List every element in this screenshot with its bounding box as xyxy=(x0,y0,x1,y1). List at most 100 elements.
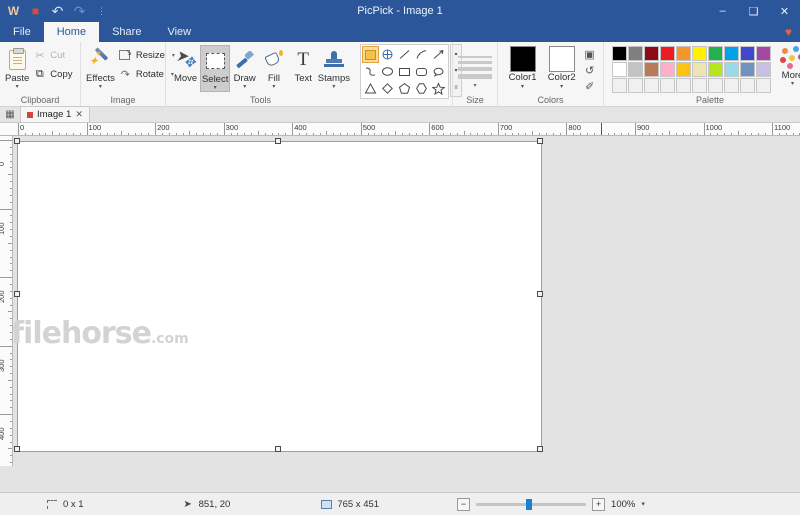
zoom-out-button[interactable]: − xyxy=(457,498,470,511)
line-size-picker[interactable] xyxy=(458,51,492,79)
ellipse-shape[interactable] xyxy=(379,63,396,80)
color1-caret-icon[interactable]: ▾ xyxy=(521,84,524,90)
vertical-ruler[interactable]: 0100200300400500 xyxy=(0,136,13,466)
size-caret-icon[interactable]: ▾ xyxy=(473,79,476,89)
save-icon[interactable]: ■ xyxy=(28,4,43,19)
minimize-button[interactable]: – xyxy=(707,0,738,22)
zoom-slider-thumb[interactable] xyxy=(526,499,532,510)
palette-swatch-2-5[interactable] xyxy=(692,78,707,93)
canvas-handle-bottom-center[interactable] xyxy=(275,446,281,452)
palette-swatch-1-0[interactable] xyxy=(612,62,627,77)
canvas-handle-bottom-right[interactable] xyxy=(537,446,543,452)
palette-swatch-1-3[interactable] xyxy=(660,62,675,77)
color2-swatch[interactable] xyxy=(549,46,575,72)
palette-swatch-0-7[interactable] xyxy=(724,46,739,61)
zoom-control[interactable]: − + 100% ▾ xyxy=(457,498,645,511)
palette-swatch-1-4[interactable] xyxy=(676,62,691,77)
tab-home[interactable]: Home xyxy=(44,22,99,42)
palette-swatch-1-5[interactable] xyxy=(692,62,707,77)
canvas-handle-top-center[interactable] xyxy=(275,138,281,144)
color1-button[interactable]: Color1 ▾ xyxy=(503,46,542,90)
canvas-handle-bottom-left[interactable] xyxy=(14,446,20,452)
color2-button[interactable]: Color2 ▾ xyxy=(542,46,581,90)
eyedropper-icon[interactable]: ✐ xyxy=(583,79,597,93)
polyline-shape[interactable] xyxy=(362,63,379,80)
palette-swatch-2-7[interactable] xyxy=(724,78,739,93)
more-colors-button[interactable]: More ▾ xyxy=(771,46,800,87)
diamond-shape[interactable] xyxy=(379,80,396,97)
customize-qat-icon[interactable]: ⋮ xyxy=(94,4,109,19)
thumbnail-grid-icon[interactable]: ▦ xyxy=(0,106,20,122)
zoom-in-button[interactable]: + xyxy=(592,498,605,511)
palette-swatch-1-2[interactable] xyxy=(644,62,659,77)
zoom-caret-icon[interactable]: ▾ xyxy=(641,500,645,508)
canvas-handle-top-left[interactable] xyxy=(14,138,20,144)
tab-share[interactable]: Share xyxy=(99,22,154,42)
palette-swatch-2-0[interactable] xyxy=(612,78,627,93)
palette-swatch-2-2[interactable] xyxy=(644,78,659,93)
palette-swatch-1-1[interactable] xyxy=(628,62,643,77)
more-caret-icon[interactable]: ▾ xyxy=(791,81,794,87)
select-caret-icon[interactable]: ▾ xyxy=(214,85,217,91)
hexagon-shape[interactable] xyxy=(413,80,430,97)
curve-shape[interactable] xyxy=(413,46,430,63)
cut-button[interactable]: ✂ Cut xyxy=(29,46,75,65)
color1-swatch[interactable] xyxy=(510,46,536,72)
fill-tool-button[interactable]: Fill ▾ xyxy=(259,45,288,90)
speech-balloon-shape[interactable] xyxy=(430,63,447,80)
stamps-caret-icon[interactable]: ▾ xyxy=(332,84,335,90)
stamps-tool-button[interactable]: Stamps ▾ xyxy=(318,45,350,90)
triangle-shape[interactable] xyxy=(362,80,379,97)
palette-swatch-1-7[interactable] xyxy=(724,62,739,77)
undo-icon[interactable]: ↶ xyxy=(50,4,65,19)
document-tab-image-1[interactable]: Image 1 ✕ xyxy=(20,106,90,122)
move-tool-button[interactable]: ➤✥ Move xyxy=(171,45,200,84)
color2-caret-icon[interactable]: ▾ xyxy=(560,84,563,90)
close-button[interactable]: ✕ xyxy=(769,0,800,22)
draw-caret-icon[interactable]: ▾ xyxy=(243,84,246,90)
canvas-work-area[interactable]: filehorse.com xyxy=(13,136,800,466)
canvas-handle-middle-left[interactable] xyxy=(14,291,20,297)
tab-file[interactable]: File xyxy=(0,22,44,42)
effects-button[interactable]: ✦✦ Effects ▾ xyxy=(86,45,115,90)
paste-caret-icon[interactable]: ▾ xyxy=(16,84,19,90)
palette-swatch-0-0[interactable] xyxy=(612,46,627,61)
horizontal-ruler[interactable]: 010020030040050060070080090010001100 xyxy=(0,123,800,136)
image-canvas[interactable] xyxy=(17,141,542,452)
redo-icon[interactable]: ↷ xyxy=(72,4,87,19)
target-shape[interactable] xyxy=(379,46,396,63)
palette-swatch-1-6[interactable] xyxy=(708,62,723,77)
arrow-line-shape[interactable] xyxy=(430,46,447,63)
copy-button[interactable]: ⧉ Copy xyxy=(29,65,75,84)
line-shape[interactable] xyxy=(396,46,413,63)
palette-swatch-0-2[interactable] xyxy=(644,46,659,61)
palette-swatch-0-8[interactable] xyxy=(740,46,755,61)
palette-swatch-0-9[interactable] xyxy=(756,46,771,61)
palette-swatch-1-8[interactable] xyxy=(740,62,755,77)
palette-swatch-2-9[interactable] xyxy=(756,78,771,93)
heart-icon[interactable]: ♥ xyxy=(785,22,792,42)
maximize-button[interactable]: ❑ xyxy=(738,0,769,22)
palette-swatch-0-4[interactable] xyxy=(676,46,691,61)
zoom-slider[interactable] xyxy=(476,503,586,506)
draw-tool-button[interactable]: Draw ▾ xyxy=(230,45,259,90)
palette-swatch-0-5[interactable] xyxy=(692,46,707,61)
canvas-handle-top-right[interactable] xyxy=(537,138,543,144)
effects-caret-icon[interactable]: ▾ xyxy=(99,84,102,90)
palette-swatch-2-1[interactable] xyxy=(628,78,643,93)
palette-swatch-0-6[interactable] xyxy=(708,46,723,61)
text-tool-button[interactable]: T Text xyxy=(289,45,318,84)
tab-view[interactable]: View xyxy=(154,22,204,42)
palette-swatch-0-3[interactable] xyxy=(660,46,675,61)
canvas-handle-middle-right[interactable] xyxy=(537,291,543,297)
filled-rect-shape[interactable] xyxy=(362,46,379,63)
rectangle-shape[interactable] xyxy=(396,63,413,80)
palette-swatch-2-3[interactable] xyxy=(660,78,675,93)
picpick-logo-icon[interactable]: W xyxy=(6,4,21,19)
select-tool-button[interactable]: Select ▾ xyxy=(200,45,230,92)
color-chooser-icon[interactable]: ▣ xyxy=(583,47,597,61)
palette-swatch-1-9[interactable] xyxy=(756,62,771,77)
fill-caret-icon[interactable]: ▾ xyxy=(272,84,275,90)
close-document-icon[interactable]: ✕ xyxy=(75,109,83,120)
palette-swatch-2-4[interactable] xyxy=(676,78,691,93)
